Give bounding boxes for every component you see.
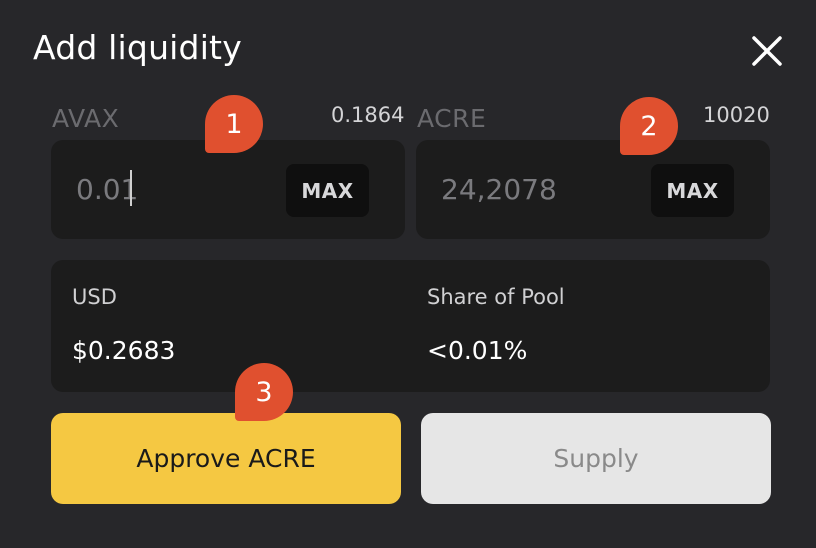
text-caret [130,170,132,206]
supply-button[interactable]: Supply [421,413,771,504]
close-button[interactable] [749,33,785,69]
step-marker-1: 1 [205,95,263,153]
token-b-symbol: ACRE [417,104,487,133]
share-of-pool-value: <0.01% [427,336,528,365]
step-marker-2: 2 [620,97,678,155]
share-of-pool-label: Share of Pool [427,285,565,309]
token-b-balance: 10020 [703,103,770,127]
token-b-max-button[interactable]: MAX [651,164,734,217]
token-a-balance: 0.1864 [331,103,405,127]
usd-label: USD [72,285,117,309]
close-icon[interactable] [749,33,785,69]
usd-value: $0.2683 [72,336,176,365]
step-marker-3: 3 [235,363,293,421]
approve-acre-button[interactable]: Approve ACRE [51,413,401,504]
pool-info-panel: USD $0.2683 Share of Pool <0.01% [51,260,770,392]
token-a-max-button[interactable]: MAX [286,164,369,217]
modal-title: Add liquidity [33,28,242,67]
token-a-amount-input[interactable] [76,140,276,239]
token-b-amount-input[interactable] [441,140,641,239]
token-a-input-box: MAX [51,140,405,239]
token-a-symbol: AVAX [52,104,120,133]
token-b-input-box: MAX [416,140,770,239]
